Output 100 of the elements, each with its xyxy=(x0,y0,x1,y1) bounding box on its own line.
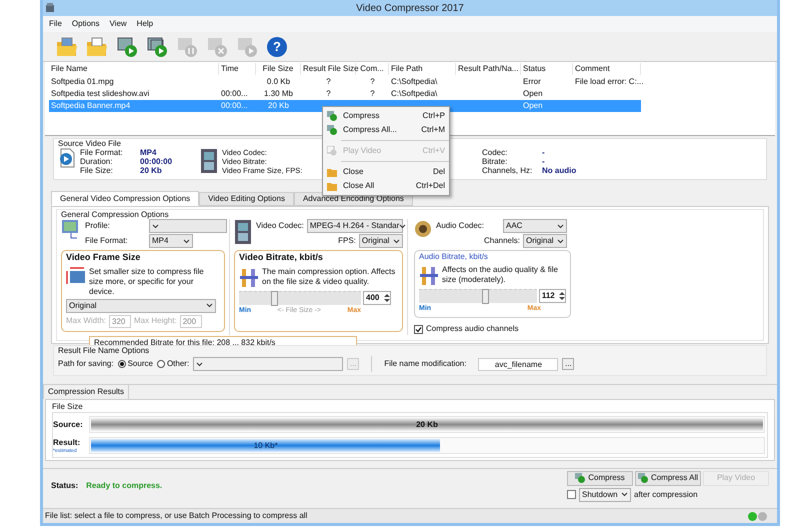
column-header[interactable]: Comment xyxy=(573,63,641,75)
stop-icon xyxy=(206,36,228,58)
video-play-icon xyxy=(638,473,648,483)
field-label: Profile: xyxy=(85,220,111,232)
field-label: File name modification: xyxy=(384,358,466,370)
bar-label: Source: xyxy=(53,418,84,430)
group-title: File Size xyxy=(52,402,84,412)
checkbox[interactable] xyxy=(414,324,423,334)
audio-codec-dropdown[interactable]: AAC xyxy=(503,219,567,233)
column-header[interactable]: File Name xyxy=(49,63,219,75)
field-label: FPS: xyxy=(338,235,356,247)
field-label: Audio Codec: xyxy=(436,220,486,232)
spin-field[interactable]: 112 xyxy=(538,289,566,303)
tab[interactable]: General Video Compression Options xyxy=(51,191,200,206)
table-cell: C:\Softpedia\ xyxy=(391,77,438,86)
tab[interactable]: Compression Results xyxy=(43,385,130,399)
menu-item[interactable]: View xyxy=(109,18,127,30)
context-menu-item[interactable]: Close All Ctrl+Del xyxy=(323,179,449,193)
compress-button[interactable]: Compress xyxy=(567,470,633,486)
caret-icon xyxy=(206,303,213,308)
shortcut-label: Del xyxy=(432,166,445,178)
column-header[interactable]: Time xyxy=(219,63,256,75)
shutdown-dropdown[interactable]: Shutdown xyxy=(579,488,631,502)
info-value: No audio xyxy=(542,166,578,175)
table-cell: Error xyxy=(523,77,541,86)
context-menu-item[interactable]: Compress Ctrl+P xyxy=(323,109,449,123)
caret-icon xyxy=(399,224,406,228)
folder-icon xyxy=(86,36,108,56)
spin-value: 112 xyxy=(542,290,555,302)
info-value: 00:00:00 xyxy=(140,157,174,166)
spin-field[interactable]: 400 xyxy=(363,290,391,304)
checkbox[interactable] xyxy=(567,490,576,499)
tab[interactable]: Video Editing Options xyxy=(199,192,294,206)
column-header[interactable]: File Size xyxy=(256,63,301,75)
caret-icon xyxy=(557,224,564,228)
play-icon xyxy=(236,36,258,58)
column-header[interactable]: Status xyxy=(521,63,573,75)
menu-item[interactable]: Options xyxy=(72,18,100,30)
table-cell: ? xyxy=(326,77,331,86)
table-cell: Open xyxy=(523,101,543,110)
info-value: MP4 xyxy=(140,148,158,157)
column-header[interactable]: Result Path/Na... xyxy=(456,63,521,75)
slider-thumb[interactable] xyxy=(271,290,278,306)
table-cell: Softpedia 01.mpg xyxy=(51,77,114,86)
resize-picture-icon xyxy=(66,266,86,284)
help-icon: ? xyxy=(267,36,287,56)
status-value: Ready to compress. xyxy=(86,480,162,492)
field-label: Channels: xyxy=(484,235,520,247)
group-title: Result File Name Options xyxy=(58,346,150,356)
channels-dropdown[interactable]: Original xyxy=(523,234,567,248)
slider-thumb[interactable] xyxy=(482,289,489,304)
slider-track[interactable] xyxy=(239,290,361,304)
spin-arrows-icon xyxy=(559,291,565,301)
file-format-dropdown[interactable]: MP4 xyxy=(149,234,193,248)
dropdown-value: Original xyxy=(362,235,390,247)
column-header[interactable]: File Path xyxy=(389,63,456,75)
shortcut-label: Ctrl+M xyxy=(421,124,445,136)
pause-icon xyxy=(176,36,198,58)
radio-button[interactable] xyxy=(118,360,126,368)
menu-item[interactable]: File xyxy=(49,18,62,30)
status-bar-text: File list: select a file to compress, or use Batch Processing to compress all xyxy=(45,510,308,522)
info-label: Codec: xyxy=(482,148,508,157)
menu-item[interactable]: Help xyxy=(136,18,154,30)
context-menu-item[interactable]: Compress All... Ctrl+M xyxy=(323,123,449,137)
profile-dropdown[interactable] xyxy=(149,219,227,233)
frame-size-dropdown[interactable]: Original xyxy=(66,298,216,312)
context-menu-item[interactable]: Close Del xyxy=(323,165,449,179)
radio-button[interactable] xyxy=(156,360,165,368)
browse-button[interactable]: ... xyxy=(562,358,574,370)
film-strip-icon xyxy=(200,148,218,174)
info-label: File Size: xyxy=(80,166,114,175)
dropdown-value: MP4 xyxy=(152,235,168,247)
radio-label: Source xyxy=(128,358,153,370)
fps-dropdown[interactable]: Original xyxy=(358,234,403,248)
bar-value: 20 Kb xyxy=(416,418,438,430)
caret-icon xyxy=(557,238,564,244)
column-header[interactable]: Result File Size xyxy=(301,63,356,75)
film-play-icon xyxy=(327,146,337,156)
folder-icon xyxy=(56,36,78,56)
table-cell: ? xyxy=(326,89,331,98)
table-cell: File load error: C:... xyxy=(575,77,644,86)
caret-icon xyxy=(183,238,190,244)
checkbox-label: Compress audio channels xyxy=(426,323,518,335)
menu-item-label: Close xyxy=(343,166,364,178)
file-row[interactable]: Softpedia 01.mpg 0.0 Kb ? ? C:\Softpedia\ Error File load error: C:... xyxy=(49,76,641,88)
panel-title: Video Frame Size xyxy=(66,251,142,264)
panel-description: Affects on the audio quality & file size (moderately). xyxy=(442,265,559,286)
table-cell: Softpedia test slideshow.avi xyxy=(51,89,150,98)
file-row[interactable]: Softpedia test slideshow.avi 00:00... 1.30 Mb ? ? C:\Softpedia\ Open xyxy=(49,88,641,100)
caret-icon xyxy=(621,492,628,497)
caret-icon xyxy=(196,362,204,366)
checkbox-label: after compression xyxy=(634,488,698,500)
toolbar-button[interactable]: ? xyxy=(263,32,291,60)
table-cell: ? xyxy=(370,89,375,98)
input-field[interactable]: avc_filename xyxy=(478,358,558,370)
shortcut-label: Ctrl+Del xyxy=(416,180,445,192)
video-codec-dropdown[interactable]: MPEG-4 H.264 - Standar xyxy=(306,219,403,233)
table-cell: ? xyxy=(370,77,375,86)
compress-all-button[interactable]: Compress All xyxy=(635,470,701,486)
other-path-dropdown[interactable] xyxy=(193,357,344,371)
